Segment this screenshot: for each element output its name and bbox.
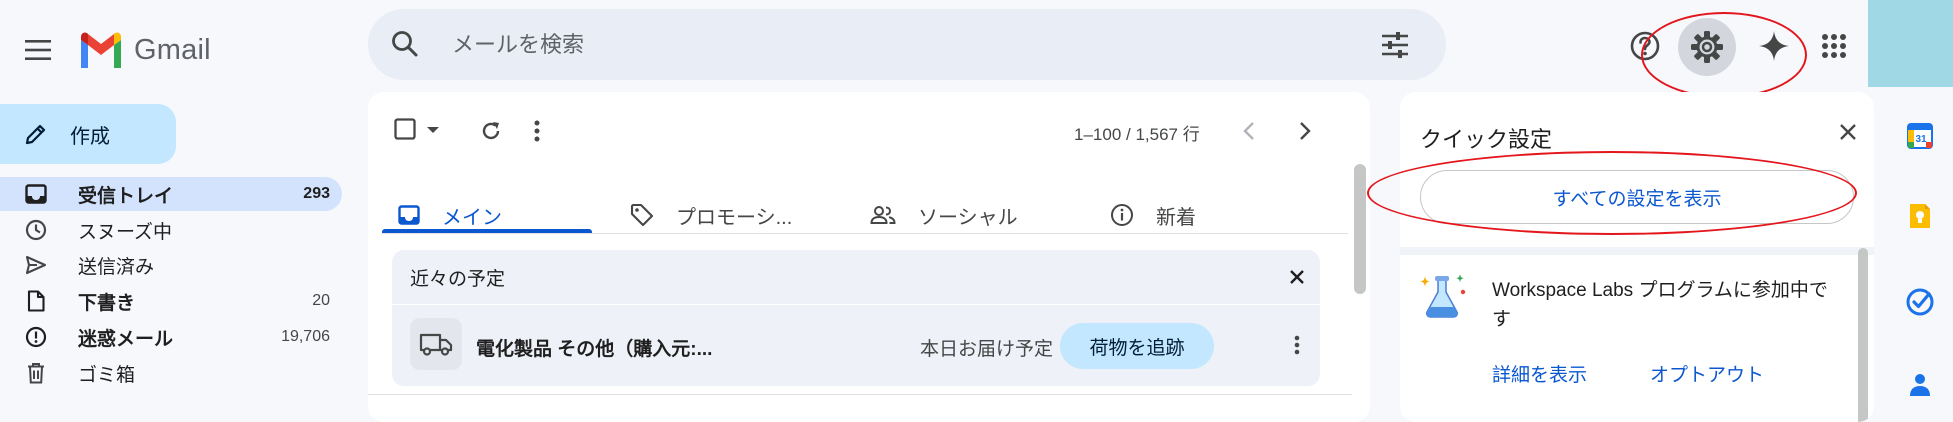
sidebar-item-label: ゴミ箱 — [78, 364, 136, 386]
sidebar-item-spam[interactable]: 迷惑メール 19,706 — [0, 320, 342, 354]
select-dropdown-arrow-icon[interactable] — [426, 126, 440, 134]
hamburger-icon — [25, 40, 51, 60]
inbox-tab-icon — [398, 205, 420, 225]
app-name: Gmail — [134, 33, 211, 66]
clock-icon — [24, 219, 48, 241]
truck-icon — [419, 333, 453, 356]
sidebar-item-trash[interactable]: ゴミ箱 — [0, 356, 342, 390]
message-list-scrollbar[interactable] — [1354, 164, 1366, 294]
chevron-right-icon — [1300, 122, 1311, 140]
upcoming-card: 近々の予定 電化製品 その他（購入元:... 本日お届け予定 荷物を追跡 — [392, 250, 1320, 386]
highlight-ellipse-see-all — [1367, 151, 1857, 235]
account-area[interactable] — [1868, 0, 1953, 87]
labs-optout-link[interactable]: オプトアウト — [1650, 360, 1764, 387]
package-item-icon — [410, 318, 462, 370]
upcoming-title: 近々の予定 — [410, 269, 506, 290]
tab-label: メイン — [442, 206, 502, 229]
sidebar-item-count: 20 — [312, 292, 330, 309]
sidebar-item-label: 受信トレイ — [78, 185, 174, 207]
draft-file-icon — [24, 290, 48, 312]
gmail-logo[interactable]: Gmail — [78, 26, 211, 74]
tab-label: ソーシャル — [918, 206, 1018, 229]
refresh-button[interactable] — [472, 112, 510, 150]
tab-updates[interactable]: 新着 — [1110, 170, 1250, 260]
package-delivery-status: 本日お届け予定 — [920, 339, 1054, 360]
message-list-panel: 1–100 / 1,567 行 メイン プロモーシ... ソーシャル 新着 近々… — [368, 92, 1370, 422]
sidebar-item-count: 19,706 — [281, 328, 330, 345]
contacts-icon — [1910, 374, 1930, 396]
highlight-ellipse-settings — [1641, 12, 1807, 98]
package-item-title[interactable]: 電化製品 その他（購入元:... — [476, 334, 712, 361]
previous-page-button[interactable] — [1230, 112, 1268, 150]
sidebar-item-snoozed[interactable]: スヌーズ中 — [0, 213, 342, 247]
more-vert-icon — [1294, 335, 1300, 355]
people-icon — [870, 205, 896, 225]
spam-report-icon — [24, 326, 48, 348]
info-icon — [1110, 203, 1134, 227]
quick-settings-scrollbar[interactable] — [1858, 248, 1868, 422]
sidebar-item-label: 下書き — [78, 292, 136, 314]
labs-status-text: Workspace Labs プログラムに参加中です — [1492, 280, 1828, 330]
tab-promotions[interactable]: プロモーシ... — [630, 170, 830, 260]
track-package-button[interactable]: 荷物を追跡 — [1060, 323, 1214, 369]
upcoming-divider — [392, 304, 1320, 305]
search-options-icon[interactable] — [1380, 31, 1410, 59]
apps-grid-icon — [1822, 34, 1846, 58]
search-icon[interactable] — [390, 29, 420, 59]
chevron-left-icon — [1243, 122, 1254, 140]
send-icon — [24, 255, 48, 275]
sidebar-item-label: スヌーズ中 — [78, 221, 173, 243]
quick-settings-panel: クイック設定 すべての設定を表示 Workspace Labs プログラムに参加… — [1400, 92, 1874, 422]
search-bar[interactable] — [368, 9, 1446, 80]
refresh-icon — [482, 122, 500, 140]
labs-details-link[interactable]: 詳細を表示 — [1492, 360, 1587, 387]
tasks-icon — [1906, 288, 1934, 316]
tab-label: 新着 — [1156, 206, 1196, 229]
trash-icon — [24, 362, 48, 384]
tab-label: プロモーシ... — [676, 206, 793, 229]
quick-settings-close-button[interactable] — [1830, 114, 1866, 150]
more-options-button[interactable] — [518, 112, 556, 150]
compose-label: 作成 — [70, 125, 110, 148]
pencil-icon — [25, 124, 46, 145]
svg-text:31: 31 — [1915, 134, 1927, 145]
sidebar-item-drafts[interactable]: 下書き 20 — [0, 284, 342, 318]
main-menu-button[interactable] — [14, 26, 62, 74]
package-more-button[interactable] — [1280, 328, 1314, 362]
sidebar-item-sent[interactable]: 送信済み — [0, 248, 342, 282]
keep-icon — [1910, 204, 1930, 228]
pagination-info: 1–100 / 1,567 行 — [1074, 125, 1200, 144]
close-icon — [1840, 124, 1856, 140]
calendar-app-button[interactable]: 31 — [1902, 118, 1938, 154]
message-list-area — [368, 394, 1352, 422]
tag-icon — [630, 203, 654, 227]
sidebar-item-label: 送信済み — [78, 256, 155, 278]
contacts-app-button[interactable] — [1902, 366, 1938, 402]
sidebar-item-count: 293 — [303, 185, 330, 202]
google-apps-button[interactable] — [1810, 22, 1858, 70]
compose-button[interactable]: 作成 — [0, 104, 176, 164]
tab-primary[interactable]: メイン — [382, 170, 592, 260]
quick-settings-divider — [1400, 247, 1874, 255]
next-page-button[interactable] — [1286, 112, 1324, 150]
more-vert-icon — [534, 120, 540, 142]
select-all-checkbox[interactable] — [394, 118, 416, 140]
search-input[interactable] — [450, 27, 1254, 63]
upcoming-close-button[interactable] — [1280, 260, 1314, 294]
gmail-m-icon — [81, 32, 121, 68]
tab-social[interactable]: ソーシャル — [870, 170, 1040, 260]
sidebar-item-label: 迷惑メール — [78, 328, 174, 350]
calendar-icon: 31 — [1907, 123, 1933, 149]
keep-app-button[interactable] — [1902, 198, 1938, 234]
tasks-app-button[interactable] — [1902, 284, 1938, 320]
labs-flask-icon — [1418, 272, 1470, 320]
sidebar-item-inbox[interactable]: 受信トレイ 293 — [0, 177, 342, 211]
quick-settings-title: クイック設定 — [1420, 127, 1553, 152]
inbox-icon — [24, 184, 48, 204]
close-icon — [1290, 270, 1304, 284]
